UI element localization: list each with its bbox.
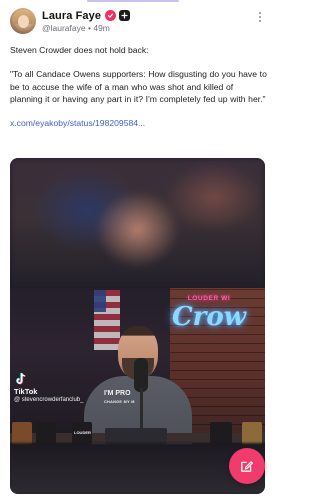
author-meta: @laurafaye • 49m [42,23,110,33]
shirt-text: I'M PRO CHANGE MY M [104,390,164,406]
post-link[interactable]: x.com/eyakoby/status/198209584... [10,117,268,129]
author-display-name[interactable]: Laura Faye [42,10,101,22]
neon-sign-top: LOUDER WI [187,295,231,302]
meta-separator: • [87,23,91,33]
post-text-intro: Steven Crowder does not hold back: [10,45,149,55]
more-options-icon[interactable] [255,10,265,24]
avatar-face [18,15,29,28]
video-blurred-background [10,158,265,288]
compose-icon [241,461,254,472]
post-header: Laura Faye @laurafaye • 49m [10,8,265,34]
tiktok-handle: @ stevencrowderfanclub_ [14,397,84,403]
video-media[interactable]: LOUDER WI Crow I'M PRO CHANGE MY M LOUDE… [10,158,265,494]
tiktok-logo-icon [16,372,26,385]
post-time: 49m [93,23,110,33]
author-handle[interactable]: @laurafaye [42,23,86,33]
shirt-line-2: CHANGE MY M [104,400,135,404]
shirt-line-1: I'M PRO [104,390,131,397]
tiktok-brand: TikTok [14,387,38,396]
microphone-image [134,358,148,392]
verified-badge-icon [105,10,117,21]
mug-label: LOUDER [74,430,91,435]
post-body: Steven Crowder does not hold back: "To a… [10,44,268,129]
author-name-row: Laura Faye [42,9,131,22]
top-scroll-indicator [87,0,179,2]
tiktok-watermark: TikTok @ stevencrowderfanclub_ [14,372,83,403]
compose-button[interactable] [229,448,265,484]
avatar[interactable] [10,8,36,34]
mugs-row: LOUDER [10,418,265,446]
video-blurred-bottom [10,443,265,494]
plus-badge-icon [119,10,131,21]
post-text-quote: "To all Candace Owens supporters: How di… [10,69,267,105]
